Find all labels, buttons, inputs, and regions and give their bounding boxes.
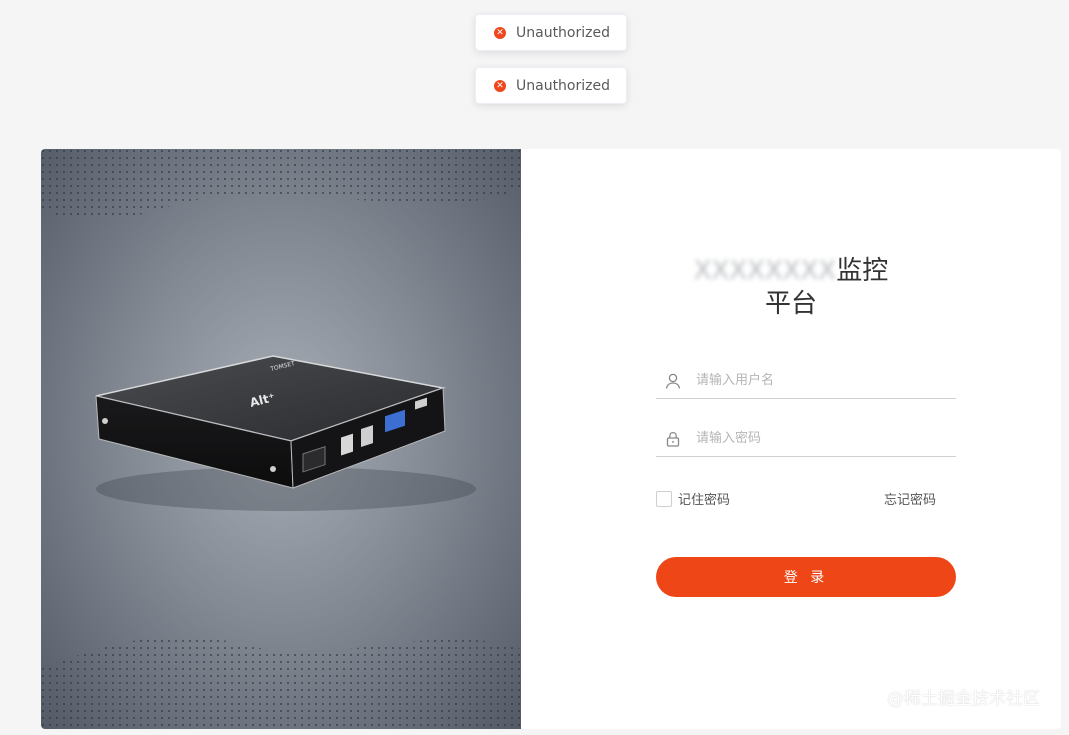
page-title: XXXXXXXX监控 平台 (641, 255, 941, 321)
close-circle-icon: ✕ (494, 26, 506, 39)
toast-message: Unauthorized (516, 77, 610, 94)
remember-password[interactable]: 记住密码 (656, 489, 730, 508)
login-form: XXXXXXXX监控 平台 记住密码 忘记密码 登 录 @稀土掘金技术社区 (521, 149, 1061, 729)
hero-image: TOMSET Alt⁺ (41, 149, 521, 729)
username-input[interactable] (694, 372, 938, 389)
password-input[interactable] (694, 430, 938, 447)
title-obscured-text: XXXXXXXX (693, 256, 837, 286)
user-icon (665, 373, 681, 389)
login-button[interactable]: 登 录 (656, 557, 956, 597)
error-toast: ✕ Unauthorized (475, 67, 627, 104)
forgot-password-link[interactable]: 忘记密码 (884, 489, 936, 508)
username-field (656, 363, 956, 399)
toast-message: Unauthorized (516, 24, 610, 41)
password-field (656, 421, 956, 457)
title-text-line1: 监控 (836, 256, 889, 286)
lock-icon (666, 431, 680, 447)
close-circle-icon: ✕ (494, 79, 506, 92)
remember-checkbox[interactable] (656, 490, 672, 507)
watermark: @稀土掘金技术社区 (887, 689, 1040, 709)
title-text-line2: 平台 (764, 289, 817, 319)
login-card: TOMSET Alt⁺ XXXXXXXX监控 平台 记住密码 (41, 149, 1061, 729)
remember-label: 记住密码 (678, 493, 731, 508)
device-illustration: TOMSET Alt⁺ (41, 149, 521, 729)
error-toast: ✕ Unauthorized (475, 14, 627, 51)
